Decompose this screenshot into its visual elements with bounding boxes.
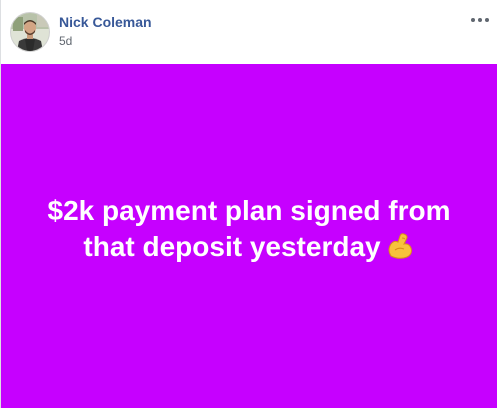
more-dot: [471, 18, 475, 22]
more-dot: [478, 18, 482, 22]
post-header: Nick Coleman 5d: [1, 0, 497, 64]
avatar-image: [11, 13, 49, 51]
avatar[interactable]: [10, 12, 50, 52]
more-options-icon[interactable]: [467, 10, 493, 30]
post-timestamp[interactable]: 5d: [59, 34, 72, 48]
status-background[interactable]: $2k payment plan signed from that deposi…: [1, 64, 497, 408]
author-name-link[interactable]: Nick Coleman: [59, 14, 152, 30]
status-message: $2k payment plan signed from that deposi…: [34, 193, 464, 269]
feed-post: Nick Coleman 5d $2k payment plan signed …: [0, 0, 497, 408]
more-dot: [485, 18, 489, 22]
flexed-biceps-icon: [385, 230, 415, 269]
